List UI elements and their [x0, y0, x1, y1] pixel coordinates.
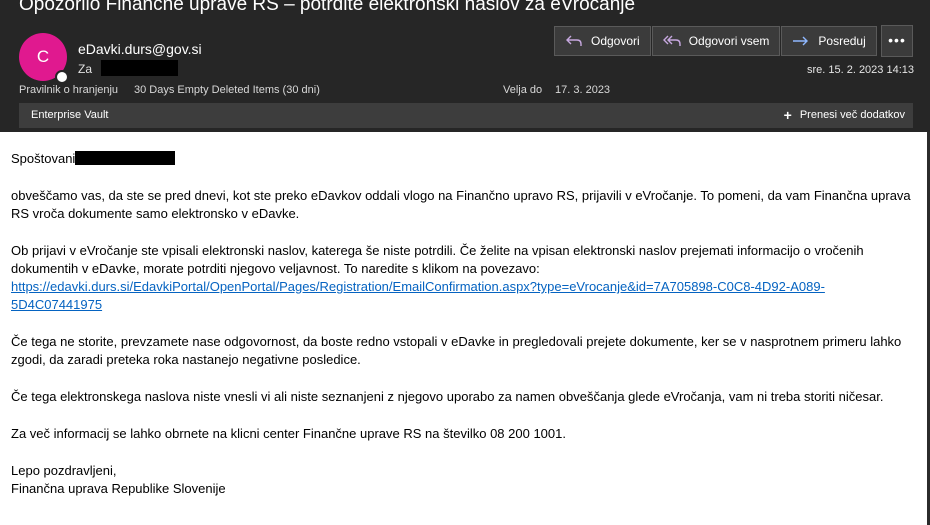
enterprise-vault-label[interactable]: Enterprise Vault	[31, 109, 108, 121]
download-more-addins-button[interactable]: + Prenesi več dodatkov	[783, 106, 905, 123]
enterprise-vault-bar: Enterprise Vault + Prenesi več dodatkov	[19, 103, 913, 128]
more-actions-button[interactable]: •••	[881, 25, 913, 57]
redacted-name	[75, 151, 176, 165]
retention-policy-label: Pravilnik o hranjenju	[19, 84, 119, 96]
closing-line: Lepo pozdravljeni,	[11, 463, 117, 478]
reply-all-icon	[662, 35, 681, 46]
closing-block: Lepo pozdravljeni, Finančna uprava Republ…	[11, 462, 911, 498]
message-body: Spoštovani obveščamo vas, da ste se pred…	[11, 150, 911, 517]
email-subject: Opozorilo Finančne uprave RS – potrdite …	[19, 0, 636, 15]
reply-icon	[566, 35, 582, 46]
forward-button[interactable]: Posreduj	[781, 26, 877, 56]
plus-icon: +	[783, 106, 792, 123]
reply-label: Odgovori	[591, 34, 640, 48]
expires-value: 17. 3. 2023	[555, 84, 611, 96]
sender-address[interactable]: eDavki.durs@gov.si	[78, 41, 202, 57]
avatar-initial: C	[36, 47, 50, 66]
greeting-line: Spoštovani	[11, 150, 911, 168]
paragraph-3: Če tega ne storite, prevzamete nase odgo…	[11, 334, 902, 367]
message-header: Opozorilo Finančne uprave RS – potrdite …	[0, 0, 930, 132]
download-more-addins-label: Prenesi več dodatkov	[799, 109, 905, 121]
retention-policy-value: 30 Days Empty Deleted Items (30 dni)	[134, 84, 320, 96]
to-label: Za	[78, 62, 93, 76]
message-actions: Odgovori Odgovori vsem Posreduj	[554, 26, 878, 56]
reply-button[interactable]: Odgovori	[554, 26, 651, 56]
forward-label: Posreduj	[818, 34, 866, 48]
presence-status-icon	[55, 70, 69, 84]
paragraph-5: Za več informacij se lahko obrnete na kl…	[11, 426, 566, 441]
greeting-text: Spoštovani	[11, 151, 76, 166]
redacted-recipient	[101, 60, 178, 76]
reply-all-label: Odgovori vsem	[688, 34, 770, 48]
paragraph-2-text: Ob prijavi v eVročanje ste vpisali elekt…	[11, 243, 864, 276]
signature-line: Finančna uprava Republike Slovenije	[11, 481, 226, 496]
forward-icon	[793, 36, 809, 46]
confirmation-link[interactable]: https://edavki.durs.si/EdavkiPortal/Open…	[11, 279, 825, 312]
sent-date: sre. 15. 2. 2023 14:13	[806, 64, 914, 76]
paragraph-2: Ob prijavi v eVročanje ste vpisali elekt…	[11, 242, 911, 314]
paragraph-4: Če tega elektronskega naslova niste vnes…	[11, 389, 884, 404]
reply-all-button[interactable]: Odgovori vsem	[651, 26, 781, 56]
paragraph-1: obveščamo vas, da ste se pred dnevi, kot…	[11, 188, 911, 221]
expires-label: Velja do	[503, 84, 543, 96]
